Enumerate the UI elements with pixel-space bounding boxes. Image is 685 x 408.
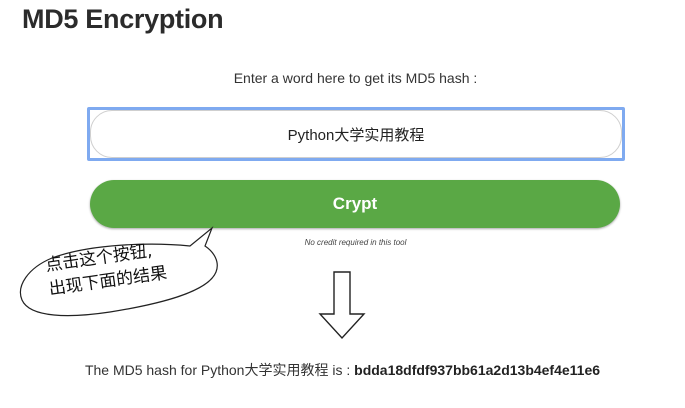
page-title: MD5 Encryption [22,4,224,34]
result-line: The MD5 hash for Python大学实用教程 is : bdda1… [0,360,685,380]
word-input[interactable] [90,110,622,158]
md5-hash-value: bdda18dfdf937bb61a2d13b4ef4e11e6 [354,362,601,378]
input-prompt: Enter a word here to get its MD5 hash : [233,70,478,86]
down-arrow-icon [318,271,366,340]
result-prefix: The MD5 hash for Python大学实用教程 is : [84,362,351,378]
word-input-frame [87,107,625,161]
annotation-text: 点击这个按钮, 出现下面的结果 [44,232,209,302]
crypt-button[interactable]: Crypt [90,180,620,228]
